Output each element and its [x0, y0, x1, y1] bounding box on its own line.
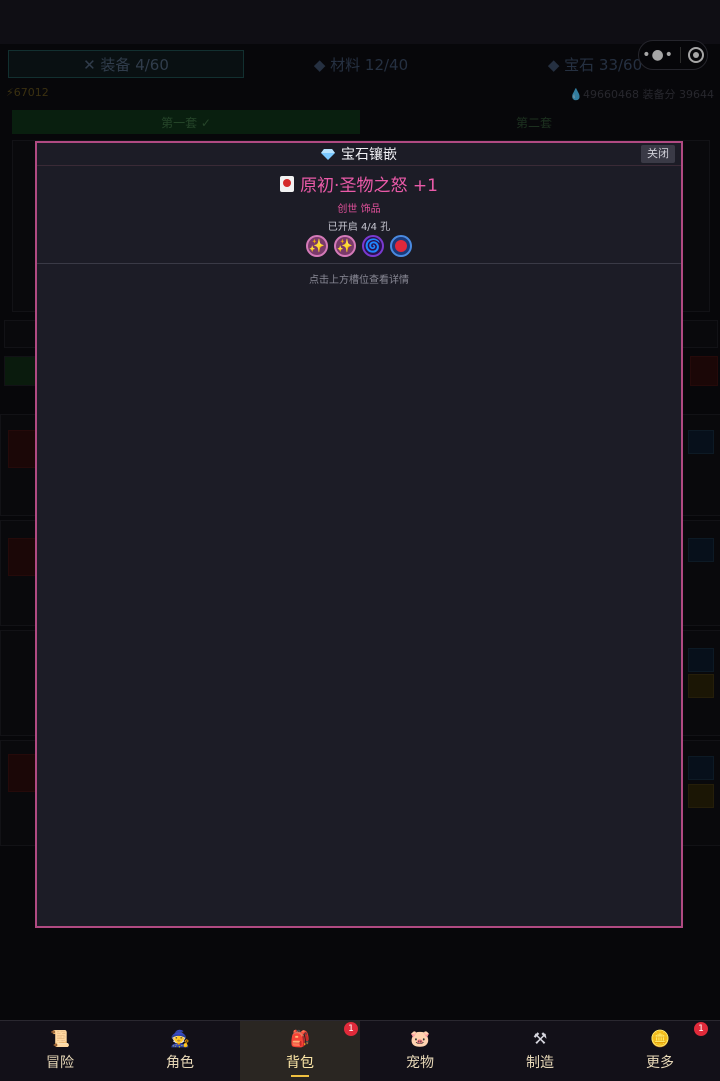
modal-header: 宝石镶嵌 关闭 [37, 143, 681, 166]
nav-label: 宠物 [406, 1055, 434, 1071]
item-rarity-type: 创世 饰品 [337, 204, 381, 215]
nav-adventure[interactable]: 📜 冒险 [0, 1021, 120, 1081]
sparkle-gem-icon[interactable]: ✨ [334, 235, 356, 257]
nav-character[interactable]: 🧙 角色 [120, 1021, 240, 1081]
nav-label: 制造 [526, 1055, 554, 1071]
backpack-icon: 🎒 [290, 1028, 310, 1048]
nav-label: 冒险 [46, 1055, 74, 1071]
ruby-gem-icon[interactable] [390, 235, 412, 257]
socket-hint: 点击上方槽位查看详情 [309, 275, 409, 286]
gem-sockets: ✨ ✨ 🌀 [37, 235, 681, 261]
pet-icon: 🐷 [410, 1028, 430, 1048]
close-button[interactable]: 关闭 [641, 145, 675, 163]
more-icon: 🪙 [650, 1028, 670, 1048]
diamond-icon [321, 148, 335, 160]
divider [37, 263, 681, 264]
item-name-text: 原初·圣物之怒 +1 [300, 176, 438, 196]
item-name: 原初·圣物之怒 +1 [37, 171, 681, 196]
nav-label: 背包 [286, 1055, 314, 1071]
notification-badge: 1 [344, 1022, 358, 1036]
nav-backpack[interactable]: 🎒 背包 1 [240, 1021, 360, 1081]
gem-inlay-modal: 宝石镶嵌 关闭 原初·圣物之怒 +1 创世 饰品 已开启 4/4 孔 ✨ ✨ 🌀… [35, 141, 683, 928]
nav-craft[interactable]: ⚒ 制造 [480, 1021, 600, 1081]
modal-title: 宝石镶嵌 [321, 144, 397, 164]
notification-badge: 1 [694, 1022, 708, 1036]
modal-title-text: 宝石镶嵌 [341, 147, 397, 163]
nav-label: 更多 [646, 1055, 674, 1071]
item-info: 原初·圣物之怒 +1 创世 饰品 已开启 4/4 孔 [37, 171, 681, 233]
nav-more[interactable]: 🪙 更多 1 [600, 1021, 720, 1081]
item-icon [280, 175, 295, 192]
active-indicator [291, 1075, 309, 1077]
nav-label: 角色 [166, 1055, 194, 1071]
anvil-icon: ⚒ [532, 1028, 548, 1048]
map-icon: 📜 [50, 1028, 70, 1048]
sparkle-gem-icon[interactable]: ✨ [306, 235, 328, 257]
hero-icon: 🧙 [170, 1028, 190, 1048]
nav-pet[interactable]: 🐷 宠物 [360, 1021, 480, 1081]
bottom-nav: 📜 冒险 🧙 角色 🎒 背包 1 🐷 宠物 ⚒ 制造 🪙 更多 1 [0, 1020, 720, 1081]
swirl-gem-icon[interactable]: 🌀 [362, 235, 384, 257]
item-socket-count: 已开启 4/4 孔 [327, 222, 391, 233]
